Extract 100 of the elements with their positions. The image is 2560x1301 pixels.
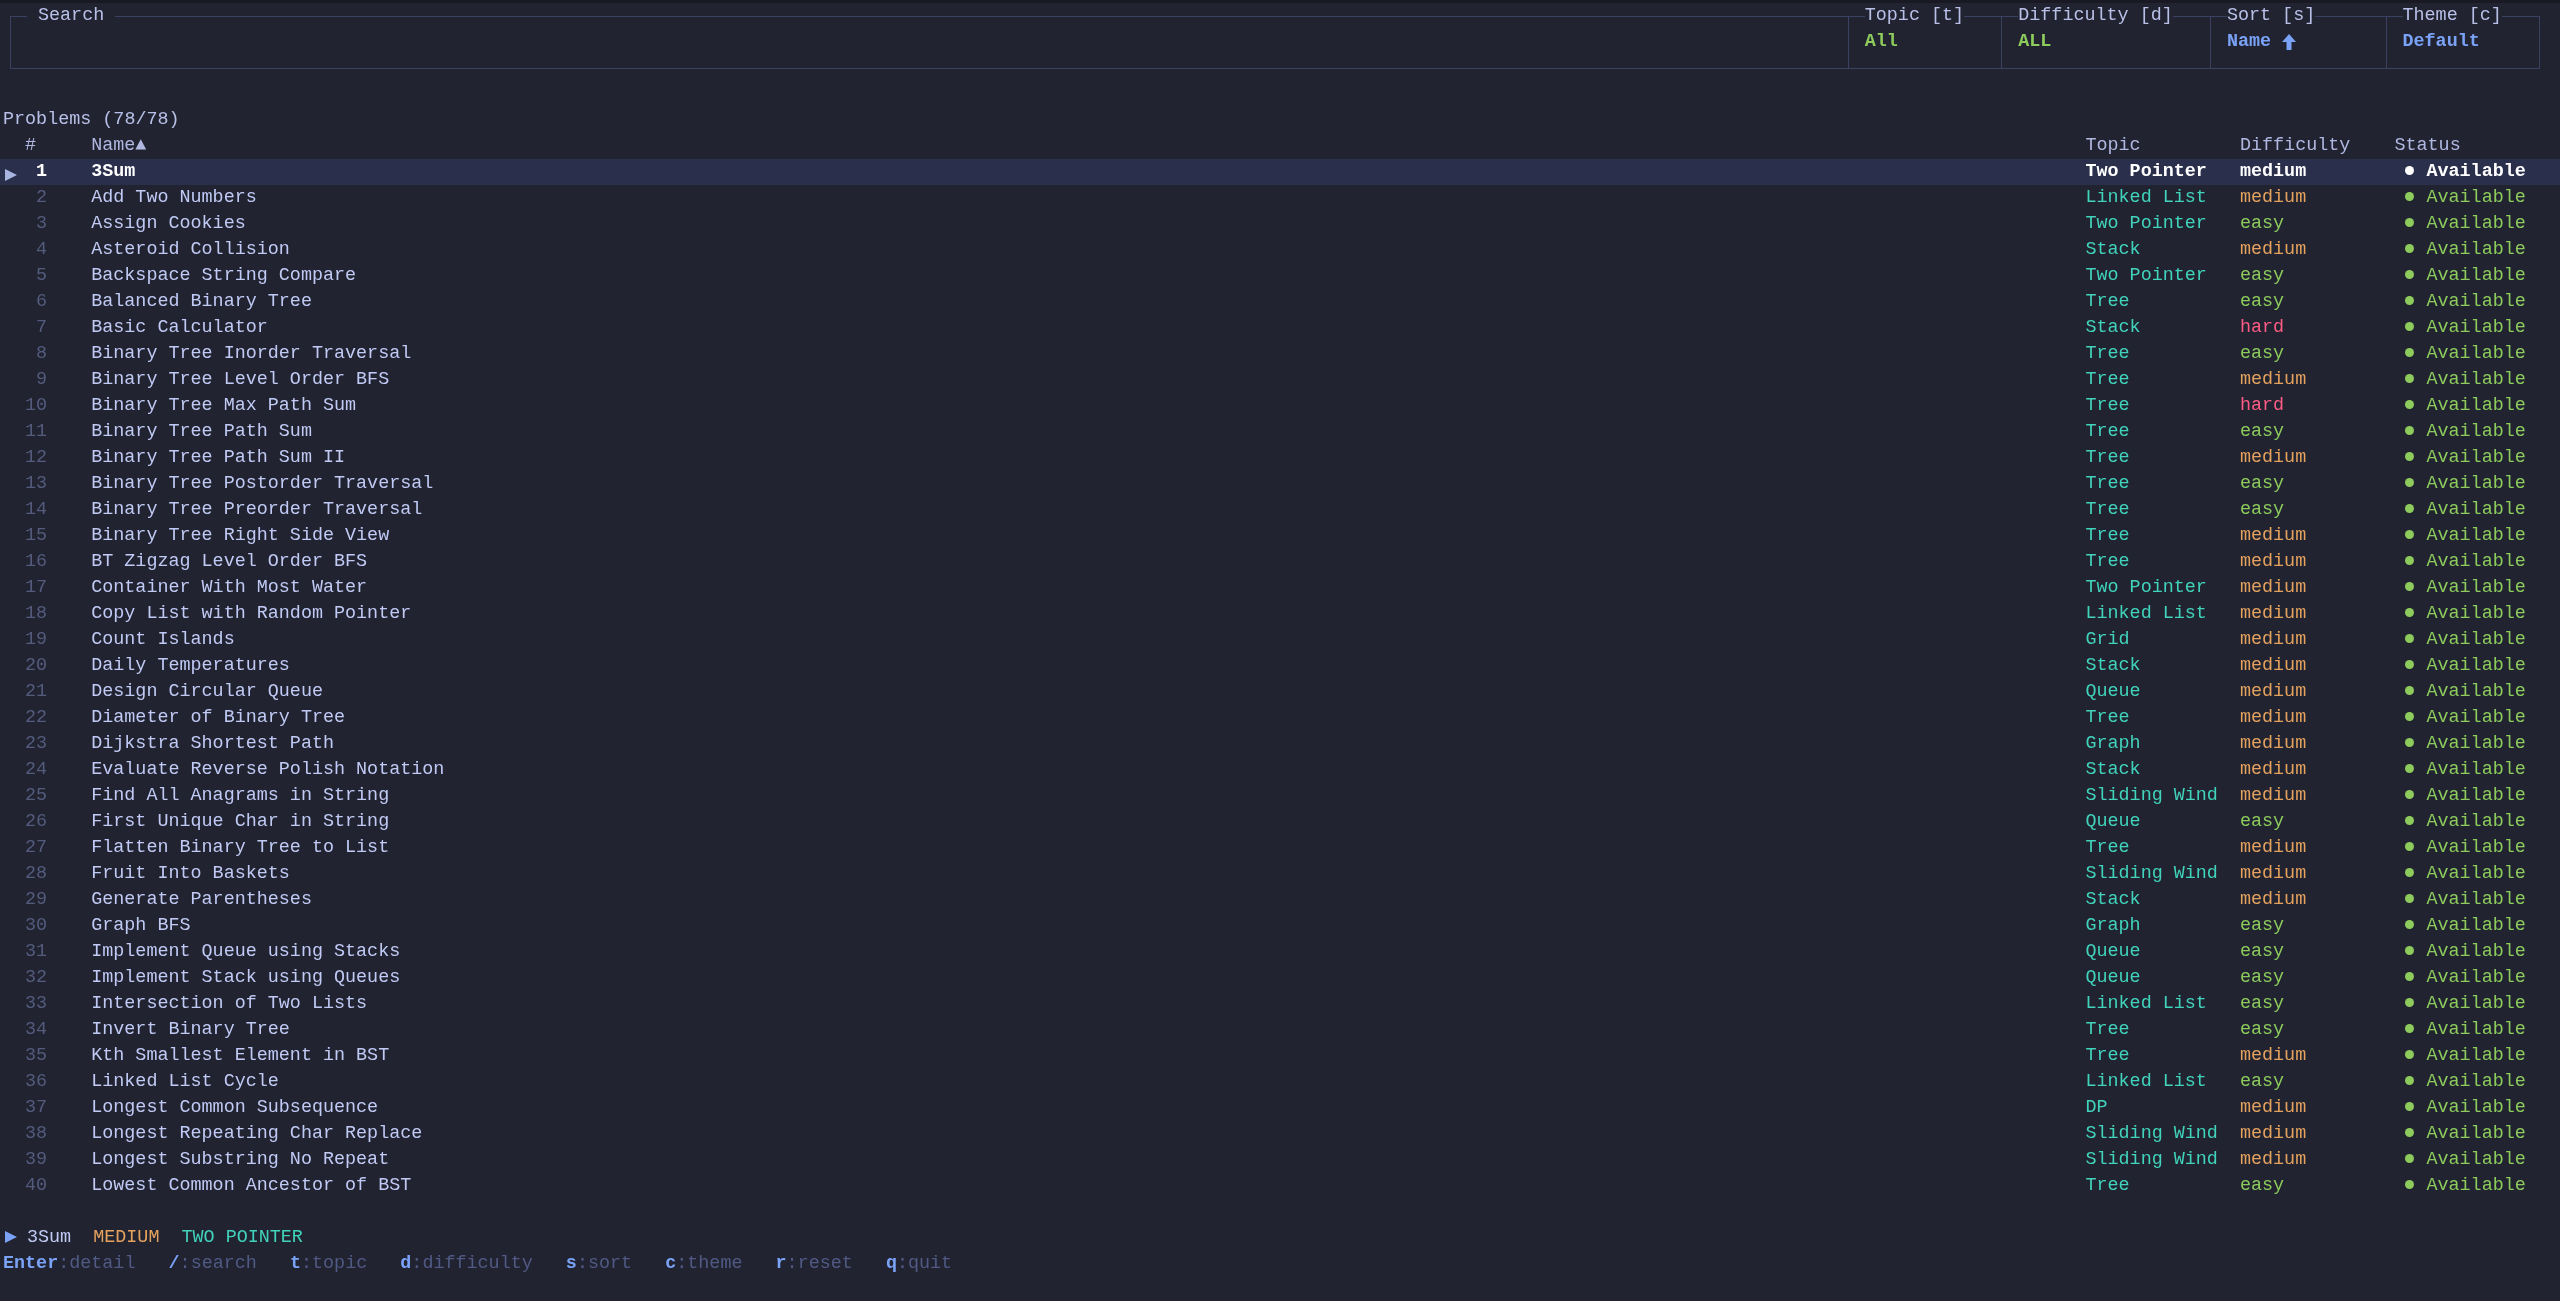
column-header: Name▲ <box>91 135 147 156</box>
status-dot-icon <box>2405 972 2415 981</box>
problem-row[interactable]: 38 Longest Repeating Char Replace Sliding Wind medium Available <box>0 1121 2560 1147</box>
problem-status: Available <box>2426 629 2526 650</box>
problem-row[interactable]: 27 Flatten Binary Tree to List Tree medium Available <box>0 835 2560 861</box>
problem-name: Intersection of Two Lists <box>91 993 368 1014</box>
problem-row[interactable]: 28 Fruit Into Baskets Sliding Wind medium Available <box>0 861 2560 887</box>
problem-row[interactable]: 12 Binary Tree Path Sum II Tree medium Available <box>0 445 2560 471</box>
shortcut-hint: c:theme <box>665 1253 743 1274</box>
problem-name: 3Sum <box>91 161 136 182</box>
problem-number: 21 <box>25 681 48 702</box>
column-header: Topic <box>2085 135 2141 156</box>
problem-row[interactable]: 3 Assign Cookies Two Pointer easy Available <box>0 211 2560 237</box>
problem-row[interactable]: 21 Design Circular Queue Queue medium Available <box>0 679 2560 705</box>
problem-difficulty: easy <box>2239 1175 2285 1196</box>
problem-topic: Stack <box>2085 239 2141 260</box>
problem-difficulty: medium <box>2239 707 2307 728</box>
problem-number: 26 <box>25 811 48 832</box>
problem-row[interactable]: 22 Diameter of Binary Tree Tree medium Available <box>0 705 2560 731</box>
problem-row[interactable]: 40 Lowest Common Ancestor of BST Tree easy Available <box>0 1173 2560 1199</box>
problem-row[interactable]: 33 Intersection of Two Lists Linked List easy Available <box>0 991 2560 1017</box>
status-dot-icon <box>2405 504 2415 513</box>
problem-row[interactable]: 4 Asteroid Collision Stack medium Available <box>0 237 2560 263</box>
status-dot-icon <box>2405 660 2415 669</box>
problem-row[interactable]: 19 Count Islands Grid medium Available <box>0 627 2560 653</box>
field-label: Topic [t] <box>1864 4 1965 28</box>
problem-name: Implement Queue using Stacks <box>91 941 401 962</box>
problem-name: Diameter of Binary Tree <box>91 707 346 728</box>
problem-row[interactable]: 16 BT Zigzag Level Order BFS Tree medium Available <box>0 549 2560 575</box>
problem-row[interactable]: 29 Generate Parentheses Stack medium Available <box>0 887 2560 913</box>
problem-topic: Tree <box>2085 525 2130 546</box>
problem-number: 33 <box>25 993 48 1014</box>
problem-difficulty: medium <box>2239 603 2307 624</box>
problem-row[interactable]: 39 Longest Substring No Repeat Sliding Wind medium Available <box>0 1147 2560 1173</box>
problem-row[interactable]: 14 Binary Tree Preorder Traversal Tree easy Available <box>0 497 2560 523</box>
problem-row[interactable]: 6 Balanced Binary Tree Tree easy Available <box>0 289 2560 315</box>
problem-row[interactable]: 2 Add Two Numbers Linked List medium Available <box>0 185 2560 211</box>
status-dot-icon <box>2405 920 2415 929</box>
problem-row[interactable]: 9 Binary Tree Level Order BFS Tree medium Available <box>0 367 2560 393</box>
problem-topic: Tree <box>2085 707 2130 728</box>
problem-topic: Graph <box>2085 915 2141 936</box>
problem-status: Available <box>2426 187 2526 208</box>
column-header: Difficulty <box>2239 135 2351 156</box>
problem-row[interactable]: 25 Find All Anagrams in String Sliding Wind medium Available <box>0 783 2560 809</box>
problem-number: 16 <box>25 551 48 572</box>
problem-row[interactable]: 24 Evaluate Reverse Polish Notation Stack medium Available <box>0 757 2560 783</box>
problem-name: Basic Calculator <box>91 317 268 338</box>
problem-difficulty: easy <box>2239 811 2285 832</box>
field-label: Search <box>37 4 106 28</box>
status-dot-icon <box>2405 530 2415 539</box>
triangle-icon <box>5 1231 17 1243</box>
problem-difficulty: medium <box>2239 785 2307 806</box>
problem-status: Available <box>2426 499 2526 520</box>
problem-topic: Tree <box>2085 551 2130 572</box>
problem-row[interactable]: 1 3Sum Two Pointer medium Available <box>0 159 2560 185</box>
problem-row[interactable]: 15 Binary Tree Right Side View Tree medium Available <box>0 523 2560 549</box>
problem-row[interactable]: 20 Daily Temperatures Stack medium Available <box>0 653 2560 679</box>
problem-number: 37 <box>25 1097 48 1118</box>
problem-row[interactable]: 35 Kth Smallest Element in BST Tree medium Available <box>0 1043 2560 1069</box>
problem-row[interactable]: 8 Binary Tree Inorder Traversal Tree easy Available <box>0 341 2560 367</box>
problem-number: 34 <box>25 1019 48 1040</box>
status-dot-icon <box>2405 218 2415 227</box>
status-dot-icon <box>2405 1076 2415 1085</box>
problem-row[interactable]: 7 Basic Calculator Stack hard Available <box>0 315 2560 341</box>
problem-difficulty: hard <box>2239 317 2285 338</box>
problem-row[interactable]: 17 Container With Most Water Two Pointer medium Available <box>0 575 2560 601</box>
problem-row[interactable]: 30 Graph BFS Graph easy Available <box>0 913 2560 939</box>
problem-row[interactable]: 36 Linked List Cycle Linked List easy Available <box>0 1069 2560 1095</box>
problem-name: Invert Binary Tree <box>91 1019 290 1040</box>
problem-difficulty: easy <box>2239 993 2285 1014</box>
problem-number: 17 <box>25 577 48 598</box>
problem-status: Available <box>2426 915 2526 936</box>
problem-topic: Stack <box>2085 889 2141 910</box>
problem-topic: Tree <box>2085 499 2130 520</box>
problem-status: Available <box>2426 213 2526 234</box>
problem-difficulty: medium <box>2239 447 2307 468</box>
problem-row[interactable]: 34 Invert Binary Tree Tree easy Available <box>0 1017 2560 1043</box>
problem-row[interactable]: 32 Implement Stack using Queues Queue easy Available <box>0 965 2560 991</box>
problem-row[interactable]: 5 Backspace String Compare Two Pointer easy Available <box>0 263 2560 289</box>
problem-number: 24 <box>25 759 48 780</box>
problem-row[interactable]: 18 Copy List with Random Pointer Linked List medium Available <box>0 601 2560 627</box>
problem-row[interactable]: 37 Longest Common Subsequence DP medium Available <box>0 1095 2560 1121</box>
problem-row[interactable]: 13 Binary Tree Postorder Traversal Tree easy Available <box>0 471 2560 497</box>
list-title: Problems (78/78) <box>2 108 181 132</box>
problem-row[interactable]: 23 Dijkstra Shortest Path Graph medium Available <box>0 731 2560 757</box>
problem-name: Daily Temperatures <box>91 655 290 676</box>
problem-number: 5 <box>36 265 48 286</box>
problem-name: Binary Tree Path Sum II <box>91 447 346 468</box>
problem-row[interactable]: 10 Binary Tree Max Path Sum Tree hard Available <box>0 393 2560 419</box>
status-dot-icon <box>2405 348 2415 357</box>
problem-difficulty: easy <box>2239 499 2285 520</box>
status-dot-icon <box>2405 1050 2415 1059</box>
problem-row[interactable]: 31 Implement Queue using Stacks Queue easy Available <box>0 939 2560 965</box>
problem-row[interactable]: 26 First Unique Char in String Queue easy Available <box>0 809 2560 835</box>
problem-number: 8 <box>36 343 48 364</box>
problem-row[interactable]: 11 Binary Tree Path Sum Tree easy Available <box>0 419 2560 445</box>
problem-status: Available <box>2426 1149 2526 1170</box>
problem-status: Available <box>2426 317 2526 338</box>
problem-topic: Sliding Wind <box>2085 785 2218 806</box>
problem-name: Dijkstra Shortest Path <box>91 733 334 754</box>
